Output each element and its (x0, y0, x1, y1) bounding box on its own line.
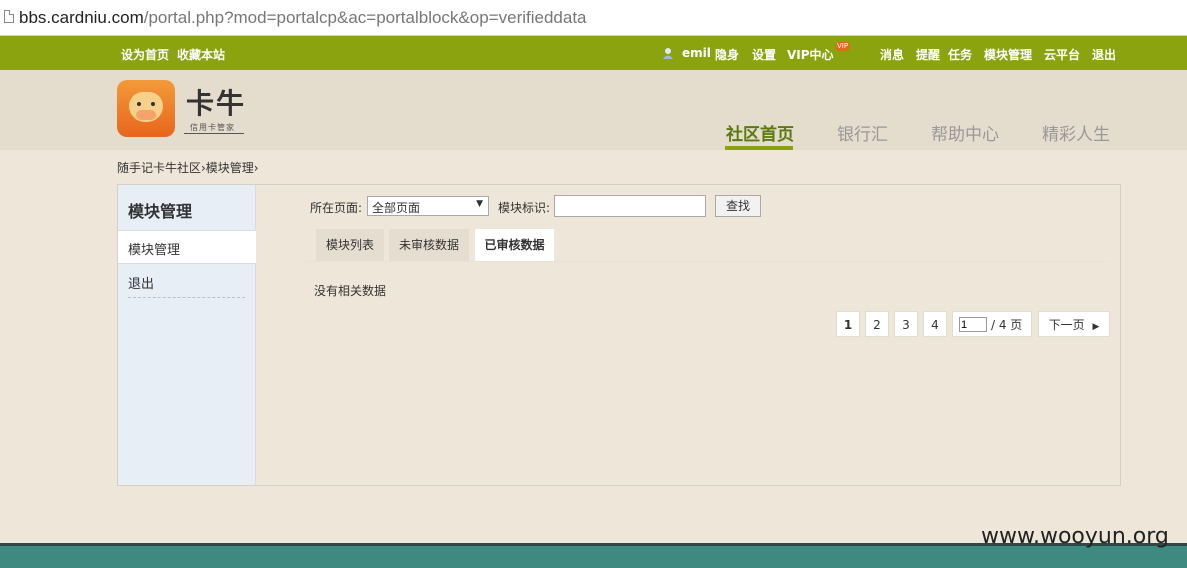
logout-link[interactable]: 退出 (1092, 46, 1116, 63)
dropdown-arrow-icon: ▼ (476, 199, 483, 209)
nav-community-home[interactable]: 社区首页 (726, 120, 794, 145)
page-button[interactable]: 1 (836, 311, 860, 337)
caret-right-icon: ▶ (1092, 322, 1100, 332)
page-select-value: 全部页面 (372, 201, 421, 215)
sidebar-item-exit[interactable]: 退出 (128, 273, 154, 292)
url-host: bbs.cardniu.com (19, 8, 144, 27)
site-header: 卡牛 信用卡管家 社区首页 银行汇 帮助中心 精彩人生 (0, 70, 1187, 150)
user-icon (663, 48, 673, 59)
next-page-button[interactable]: 下一页 ▶ (1038, 311, 1110, 337)
watermark: www.wooyun.org (981, 524, 1169, 549)
browser-address-bar[interactable]: bbs.cardniu.com/portal.php?mod=portalcp&… (0, 0, 1187, 36)
search-button[interactable]: 查找 (715, 195, 761, 217)
top-toolbar: 设为首页 收藏本站 emil 隐身 设置 VIP中心 VIP 消息 提醒 任务 … (0, 36, 1187, 70)
tab-divider (306, 261, 1108, 262)
footer (0, 546, 1187, 568)
nav-bank-hub[interactable]: 银行汇 (837, 120, 888, 145)
page-filter-label: 所在页面: (310, 201, 363, 215)
breadcrumb[interactable]: 随手记卡牛社区›模块管理› (117, 159, 259, 176)
empty-message: 没有相关数据 (314, 284, 387, 298)
page-jump: / 4 页 (952, 311, 1032, 337)
page-button[interactable]: 2 (865, 311, 889, 337)
username-link[interactable]: emil (682, 46, 711, 60)
logo-subtitle: 信用卡管家 (190, 123, 235, 132)
sidebar-item-block-manage[interactable]: 模块管理 (118, 230, 256, 264)
logo-underline (184, 133, 244, 134)
page-select[interactable]: 全部页面 ▼ (367, 196, 489, 216)
block-id-label: 模块标识: (498, 201, 551, 215)
page-jump-input[interactable] (959, 317, 987, 332)
nav-help-center[interactable]: 帮助中心 (931, 120, 999, 145)
block-manage-link[interactable]: 模块管理 (984, 46, 1032, 63)
reminders-link[interactable]: 提醒 (916, 46, 940, 63)
tasks-link[interactable]: 任务 (948, 46, 972, 63)
messages-link[interactable]: 消息 (880, 46, 904, 63)
bookmark-link[interactable]: 收藏本站 (177, 46, 225, 63)
cow-logo-icon[interactable] (117, 80, 175, 137)
logo-title[interactable]: 卡牛 (186, 82, 246, 122)
page-button[interactable]: 3 (894, 311, 918, 337)
page-total: / 4 页 (991, 318, 1023, 332)
tab-unverified-data[interactable]: 未审核数据 (389, 229, 469, 261)
sidebar-divider (128, 297, 245, 298)
page-button[interactable]: 4 (923, 311, 947, 337)
sidebar: 模块管理 模块管理 退出 (118, 185, 256, 485)
vip-center-link[interactable]: VIP中心 (787, 46, 834, 63)
settings-link[interactable]: 设置 (752, 46, 776, 63)
nav-active-indicator (725, 146, 793, 150)
set-home-link[interactable]: 设为首页 (121, 46, 169, 63)
vip-badge: VIP (835, 42, 851, 51)
tab-block-list[interactable]: 模块列表 (316, 229, 384, 261)
page-icon (4, 10, 14, 23)
url-path: /portal.php?mod=portalcp&ac=portalblock&… (143, 8, 587, 27)
url-text[interactable]: bbs.cardniu.com/portal.php?mod=portalcp&… (19, 8, 587, 28)
sidebar-item-label: 模块管理 (128, 243, 181, 258)
invisible-link[interactable]: 隐身 (715, 46, 739, 63)
nav-wonderful-life[interactable]: 精彩人生 (1042, 120, 1110, 145)
sidebar-title: 模块管理 (128, 202, 193, 221)
next-page-label: 下一页 (1048, 318, 1085, 332)
cloud-platform-link[interactable]: 云平台 (1044, 46, 1080, 63)
block-id-input[interactable] (554, 195, 706, 217)
tab-verified-data[interactable]: 已审核数据 (475, 229, 554, 261)
block-manage-panel: 模块管理 模块管理 退出 所在页面: 全部页面 ▼ 模块标识: 查找 模块列表 … (117, 184, 1121, 486)
